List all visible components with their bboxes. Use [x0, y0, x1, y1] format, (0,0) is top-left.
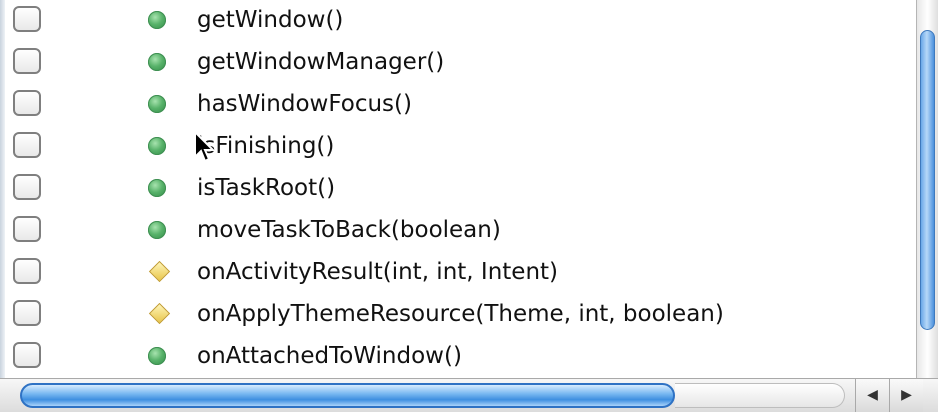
scroll-left-button[interactable]: ◀ [855, 379, 889, 412]
method-signature: hasWindowFocus() [197, 91, 412, 117]
method-row[interactable]: onActivityResult(int, int, Intent) [5, 252, 916, 294]
method-list: getWindow() getWindowManager() hasWindowFo… [5, 0, 916, 378]
method-signature: onApplyThemeResource(Theme, int, boolean… [197, 301, 724, 327]
method-checkbox[interactable] [13, 6, 41, 32]
method-signature: onAttachedToWindow() [197, 343, 462, 369]
public-method-icon [148, 137, 166, 155]
method-row[interactable]: isTaskRoot() [5, 168, 916, 210]
method-checkbox[interactable] [13, 132, 41, 158]
method-signature: getWindowManager() [197, 49, 445, 75]
horizontal-scroll-track[interactable] [675, 383, 845, 408]
public-method-icon [148, 53, 166, 71]
arrow-right-icon: ▶ [901, 387, 912, 403]
method-selection-panel: getWindow() getWindowManager() hasWindowFo… [0, 0, 938, 412]
method-row[interactable]: onApplyThemeResource(Theme, int, boolean… [5, 294, 916, 336]
horizontal-scrollbar[interactable]: ◀ ▶ [0, 378, 938, 412]
horizontal-scroll-thumb[interactable] [20, 383, 675, 408]
public-method-icon [148, 221, 166, 239]
method-row[interactable]: hasWindowFocus() [5, 84, 916, 126]
scroll-right-button[interactable]: ▶ [889, 379, 923, 412]
method-signature: onActivityResult(int, int, Intent) [197, 259, 559, 285]
method-checkbox[interactable] [13, 48, 41, 74]
method-checkbox[interactable] [13, 174, 41, 200]
public-method-icon [148, 179, 166, 197]
method-signature: moveTaskToBack(boolean) [197, 217, 501, 243]
method-row[interactable]: getWindow() [5, 0, 916, 42]
vertical-scroll-thumb[interactable] [920, 30, 935, 330]
method-row[interactable]: isFinishing() [5, 126, 916, 168]
protected-method-icon [148, 302, 171, 325]
method-checkbox[interactable] [13, 216, 41, 242]
public-method-icon [148, 11, 166, 29]
arrow-left-icon: ◀ [867, 387, 878, 403]
method-row[interactable]: onAttachedToWindow() [5, 336, 916, 378]
method-checkbox[interactable] [13, 90, 41, 116]
public-method-icon [148, 347, 166, 365]
method-checkbox[interactable] [13, 300, 41, 326]
protected-method-icon [148, 260, 171, 283]
method-signature: getWindow() [197, 7, 344, 33]
method-signature: isTaskRoot() [197, 175, 336, 201]
method-checkbox[interactable] [13, 258, 41, 284]
mouse-cursor-icon [194, 130, 216, 163]
method-signature: isFinishing() [197, 133, 335, 159]
method-row[interactable]: getWindowManager() [5, 42, 916, 84]
vertical-scrollbar[interactable] [916, 0, 938, 380]
method-row[interactable]: moveTaskToBack(boolean) [5, 210, 916, 252]
method-checkbox[interactable] [13, 342, 41, 368]
public-method-icon [148, 95, 166, 113]
